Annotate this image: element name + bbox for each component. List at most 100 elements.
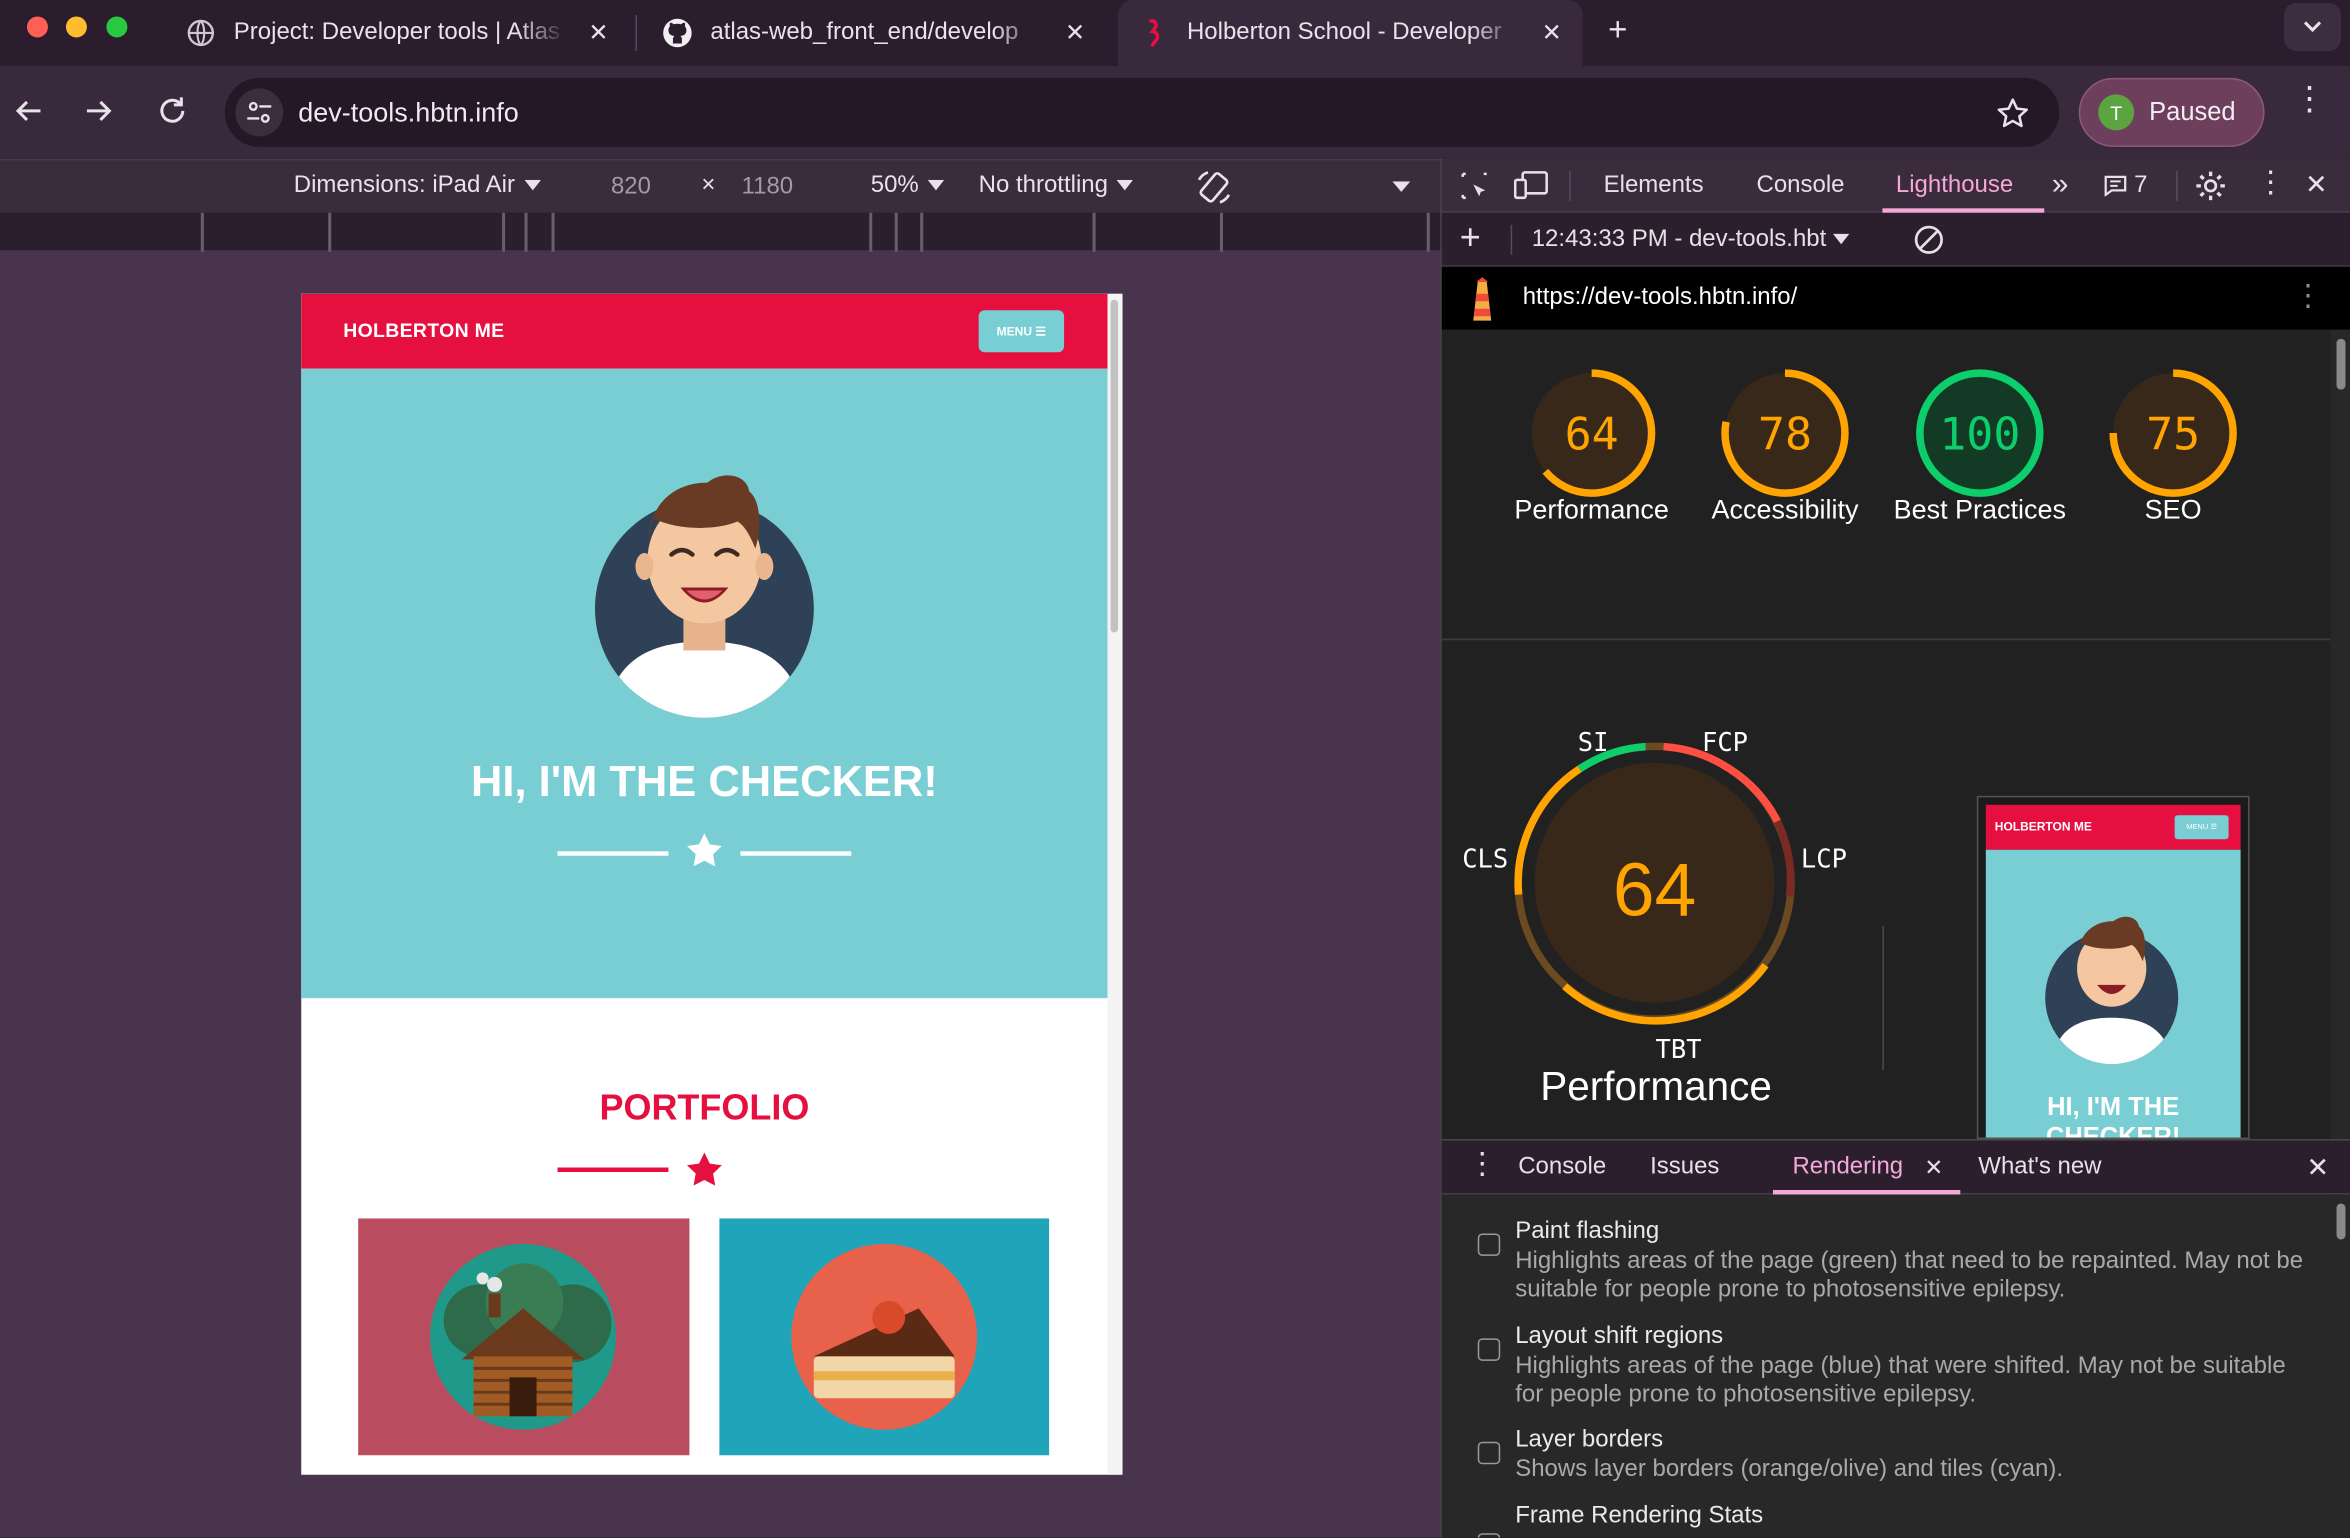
caret-down-icon xyxy=(1832,233,1849,245)
star-icon xyxy=(687,1152,722,1186)
cabin-icon xyxy=(430,1243,616,1430)
reload-button[interactable] xyxy=(156,94,189,134)
drawer-scrollbar[interactable] xyxy=(2330,1194,2350,1538)
drawer-tab-rendering[interactable]: Rendering xyxy=(1792,1141,1903,1195)
width-input[interactable]: 820 xyxy=(590,166,671,208)
gauge-best-practices[interactable]: 100 Best Practices xyxy=(1882,348,2077,525)
paint-flashing-checkbox[interactable] xyxy=(1477,1233,1501,1256)
tab-elements[interactable]: Elements xyxy=(1604,159,1704,213)
browser-tab[interactable]: Project: Developer tools | Atlas ✕ xyxy=(153,0,630,66)
divider-line xyxy=(740,851,852,856)
report-url-bar: https://dev-tools.hbtn.info/ ⋮ xyxy=(1441,266,2350,330)
new-tab-button[interactable]: + xyxy=(1608,10,1627,49)
frame-stats-checkbox[interactable] xyxy=(1477,1533,1501,1538)
gauge-label: Performance xyxy=(1514,494,1669,525)
caret-down-icon xyxy=(1116,179,1134,191)
close-devtools-icon[interactable]: ✕ xyxy=(2305,169,2328,200)
back-button[interactable] xyxy=(12,94,45,134)
issues-counter[interactable]: 7 xyxy=(2104,172,2148,199)
report-select[interactable]: 12:43:33 PM - dev-tools.hbt xyxy=(1532,226,1849,253)
gauge-label: SEO xyxy=(2144,494,2202,525)
zoom-label: 50% xyxy=(870,172,919,198)
settings-gear-icon[interactable] xyxy=(2194,169,2227,202)
tab-strip: Project: Developer tools | Atlas ✕ atlas… xyxy=(0,0,2350,66)
arrow-right-icon xyxy=(86,100,112,121)
browser-menu-icon[interactable]: ⋮ xyxy=(2293,82,2326,115)
close-tab-icon[interactable]: ✕ xyxy=(1542,18,1562,48)
new-report-icon[interactable]: + xyxy=(1460,218,1481,258)
browser-tab[interactable]: atlas-web_front_end/develop ✕ xyxy=(629,0,1106,66)
cake-icon xyxy=(791,1243,978,1430)
profile-button[interactable]: T Paused xyxy=(2078,77,2265,147)
more-options-caret-icon[interactable] xyxy=(1392,181,1411,193)
report-select-label: 12:43:33 PM - dev-tools.hbt xyxy=(1531,226,1827,252)
media-query-ruler[interactable] xyxy=(0,212,1441,252)
page-thumbnail[interactable]: HOLBERTON ME MENU ☰ HI, I'M THE CHECKER! xyxy=(1976,795,2250,1140)
thumb-title: HI, I'M THE CHECKER! xyxy=(2045,1092,2181,1140)
inspect-element-icon[interactable] xyxy=(1460,171,1490,201)
minimize-window-button[interactable] xyxy=(65,16,87,38)
layer-borders-checkbox[interactable] xyxy=(1477,1441,1501,1465)
close-tab-icon[interactable]: ✕ xyxy=(588,18,608,48)
drawer-menu-icon[interactable]: ⋮ xyxy=(1467,1150,1497,1180)
layout-shift-checkbox[interactable] xyxy=(1477,1338,1501,1361)
profile-status: Paused xyxy=(2149,97,2236,126)
maximize-window-button[interactable] xyxy=(106,16,128,38)
thumb-menu: MENU ☰ xyxy=(2174,815,2229,840)
close-tab-icon[interactable]: ✕ xyxy=(1065,18,1085,48)
close-rendering-tab-icon[interactable]: ✕ xyxy=(1924,1154,1943,1181)
metric-label-cls: CLS xyxy=(1462,845,1508,875)
address-bar[interactable]: dev-tools.hbtn.info xyxy=(224,77,2060,147)
github-icon xyxy=(662,18,692,48)
emulated-page[interactable]: HOLBERTON ME MENU ☰ HI, I'M THE CHECKER!… xyxy=(301,293,1123,1475)
devtools-menu-icon[interactable]: ⋮ xyxy=(2256,168,2286,198)
browser-tab-active[interactable]: Holberton School - Developer ✕ xyxy=(1118,0,1583,66)
dimensions-select[interactable]: Dimensions: iPad Air xyxy=(294,172,541,199)
portfolio-item-cake[interactable] xyxy=(719,1218,1050,1456)
portfolio-item-cabin[interactable] xyxy=(358,1218,690,1456)
holberton-favicon-icon xyxy=(1139,18,1169,48)
report-menu-icon[interactable]: ⋮ xyxy=(2293,282,2323,312)
lighthouse-toolbar: + 12:43:33 PM - dev-tools.hbt xyxy=(1441,212,2350,267)
site-info-icon[interactable] xyxy=(235,88,284,137)
thumb-brand: HOLBERTON ME xyxy=(1994,819,2092,834)
gauge-score: 64 xyxy=(1565,408,1619,461)
report-url[interactable]: https://dev-tools.hbtn.info/ xyxy=(1523,285,1798,312)
gauge-label: Best Practices xyxy=(1893,494,2067,525)
message-icon xyxy=(2104,175,2127,197)
close-window-button[interactable] xyxy=(26,16,48,38)
drawer-tab-console[interactable]: Console xyxy=(1518,1141,1606,1195)
gauge-label: Accessibility xyxy=(1711,494,1859,525)
page-hero: HI, I'M THE CHECKER! xyxy=(301,368,1108,999)
gauge-performance[interactable]: 64 Performance xyxy=(1494,348,1689,525)
close-drawer-icon[interactable]: ✕ xyxy=(2307,1153,2330,1184)
zoom-select[interactable]: 50% xyxy=(870,172,945,199)
tab-console[interactable]: Console xyxy=(1756,159,1844,213)
issues-count: 7 xyxy=(2134,172,2148,198)
tab-title: Project: Developer tools | Atlas xyxy=(233,19,560,45)
metric-label-fcp: FCP xyxy=(1702,728,1748,758)
page-menu-button[interactable]: MENU ☰ xyxy=(978,310,1065,353)
clear-reports-icon[interactable] xyxy=(1912,223,1945,256)
page-brand[interactable]: HOLBERTON ME xyxy=(343,319,504,341)
rotate-icon[interactable] xyxy=(1194,168,1233,207)
times-icon: × xyxy=(701,172,716,198)
globe-icon xyxy=(186,18,216,48)
height-input[interactable]: 1180 xyxy=(727,166,808,208)
hero-title: HI, I'M THE CHECKER! xyxy=(471,758,938,807)
device-toolbar-icon[interactable] xyxy=(1513,171,1550,201)
gauge-seo[interactable]: 75 SEO xyxy=(2076,348,2271,525)
drawer-tab-issues[interactable]: Issues xyxy=(1650,1141,1719,1195)
throttling-select[interactable]: No throttling xyxy=(979,172,1134,199)
page-scrollbar[interactable] xyxy=(1107,293,1123,1475)
tab-lighthouse[interactable]: Lighthouse xyxy=(1896,159,2013,213)
forward-button[interactable] xyxy=(82,94,115,134)
option-description: Highlights areas of the page (green) tha… xyxy=(1515,1248,2304,1303)
metric-label-tbt: TBT xyxy=(1656,1035,1702,1065)
more-tabs-icon[interactable]: » xyxy=(2052,168,2069,202)
tab-search-button[interactable] xyxy=(2284,2,2342,51)
gauge-accessibility[interactable]: 78 Accessibility xyxy=(1688,348,1883,525)
report-scrollbar[interactable] xyxy=(2330,329,2350,1140)
drawer-tab-whats-new[interactable]: What's new xyxy=(1978,1141,2101,1195)
bookmark-star-icon[interactable] xyxy=(1996,97,2029,128)
